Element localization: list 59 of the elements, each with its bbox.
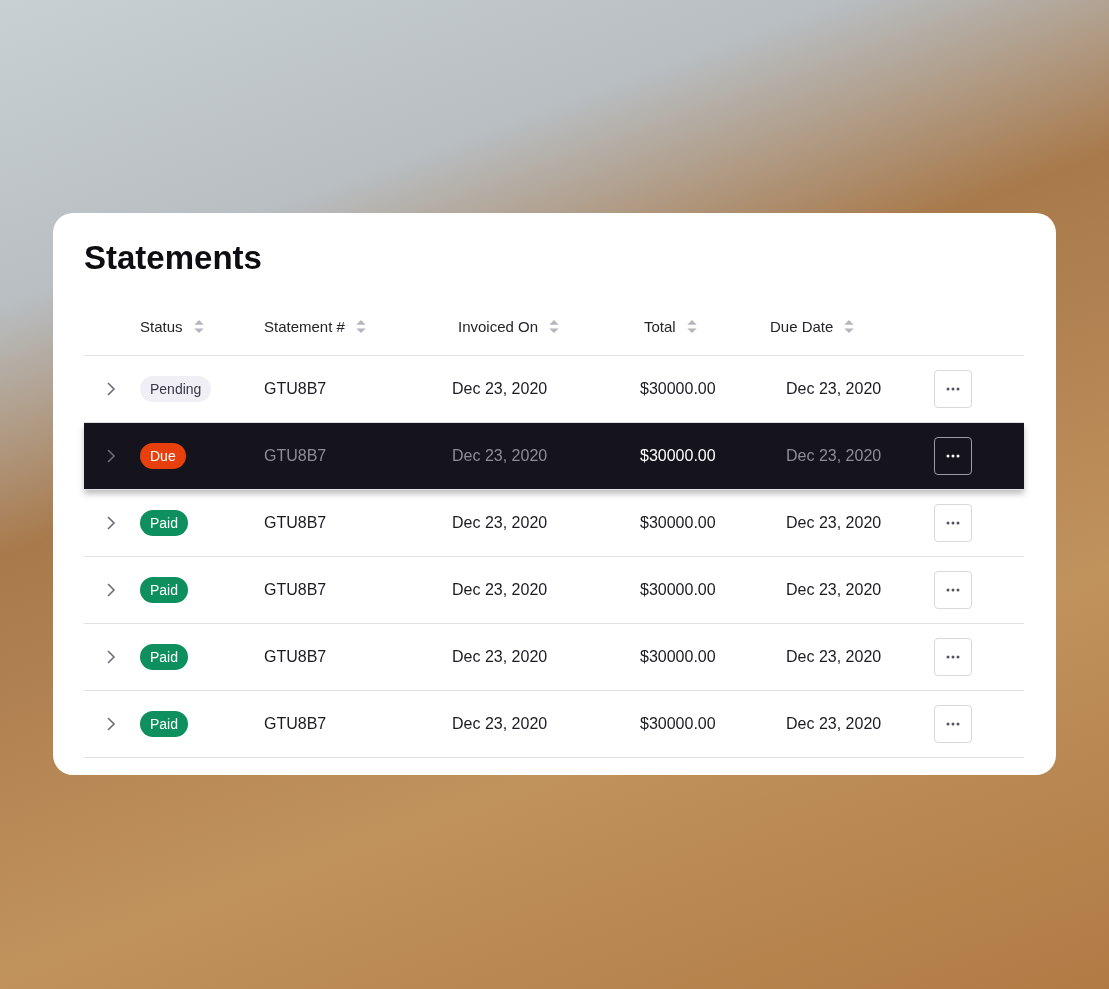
sort-icon (685, 318, 698, 334)
total-amount: $30000.00 (640, 447, 716, 464)
table-row[interactable]: Paid GTU8B7 Dec 23, 2020 $30000.00 Dec 23, 2020 (84, 490, 1024, 557)
status-badge: Paid (140, 644, 189, 670)
total-amount: $30000.00 (640, 581, 716, 598)
column-header[interactable]: Statement # (250, 317, 440, 335)
total-amount: $30000.00 (640, 648, 716, 665)
sort-icon (354, 318, 367, 334)
chevron-right-icon[interactable] (106, 381, 116, 397)
status-badge: Paid (140, 577, 189, 603)
status-badge: Due (140, 443, 186, 469)
column-header[interactable]: Total (620, 317, 770, 335)
column-header[interactable]: Due Date (770, 317, 920, 335)
invoice-date: Dec 23, 2020 (452, 581, 548, 598)
table-row[interactable]: Paid GTU8B7 Dec 23, 2020 $30000.00 Dec 23, 2020 (84, 557, 1024, 624)
due-date: Dec 23, 2020 (786, 715, 882, 732)
invoice-date: Dec 23, 2020 (452, 380, 548, 397)
due-date: Dec 23, 2020 (786, 514, 882, 531)
total-amount: $30000.00 (640, 514, 716, 531)
status-badge: Pending (140, 376, 212, 402)
chevron-right-icon[interactable] (106, 448, 116, 464)
invoice-date: Dec 23, 2020 (452, 514, 548, 531)
statement-number: GTU8B7 (264, 581, 327, 598)
statement-number: GTU8B7 (264, 648, 327, 665)
status-badge: Paid (140, 510, 189, 536)
more-icon (946, 655, 960, 659)
more-icon (946, 454, 960, 458)
invoice-date: Dec 23, 2020 (452, 447, 548, 464)
table-row[interactable]: Paid GTU8B7 Dec 23, 2020 $30000.00 Dec 23, 2020 (84, 624, 1024, 691)
column-header[interactable]: Invoiced On (440, 317, 620, 335)
sort-icon (192, 318, 205, 334)
statement-number: GTU8B7 (264, 380, 327, 397)
total-amount: $30000.00 (640, 380, 716, 397)
more-icon (946, 722, 960, 726)
card-title: Statements (84, 239, 263, 277)
status-badge: Paid (140, 711, 189, 737)
due-date: Dec 23, 2020 (786, 380, 882, 397)
invoice-date: Dec 23, 2020 (452, 648, 548, 665)
sort-icon (843, 318, 856, 334)
table-row[interactable]: Paid GTU8B7 Dec 23, 2020 $30000.00 Dec 23, 2020 (84, 691, 1024, 758)
table-row[interactable]: Due GTU8B7 Dec 23, 2020 $30000.00 Dec 23, 2020 (84, 423, 1024, 490)
column-header[interactable]: Status (140, 317, 250, 335)
statement-number: GTU8B7 (264, 715, 327, 732)
chevron-right-icon[interactable] (106, 716, 116, 732)
sort-icon (548, 318, 561, 334)
more-icon (946, 521, 960, 525)
statement-number: GTU8B7 (264, 514, 327, 531)
invoice-date: Dec 23, 2020 (452, 715, 548, 732)
due-date: Dec 23, 2020 (786, 581, 882, 598)
more-icon (946, 387, 960, 391)
due-date: Dec 23, 2020 (786, 648, 882, 665)
statement-number: GTU8B7 (264, 447, 327, 464)
due-date: Dec 23, 2020 (786, 447, 882, 464)
more-button[interactable] (934, 437, 972, 475)
chevron-right-icon[interactable] (106, 582, 116, 598)
chevron-right-icon[interactable] (106, 649, 116, 665)
total-amount: $30000.00 (640, 715, 716, 732)
chevron-right-icon[interactable] (106, 515, 116, 531)
more-icon (946, 588, 960, 592)
